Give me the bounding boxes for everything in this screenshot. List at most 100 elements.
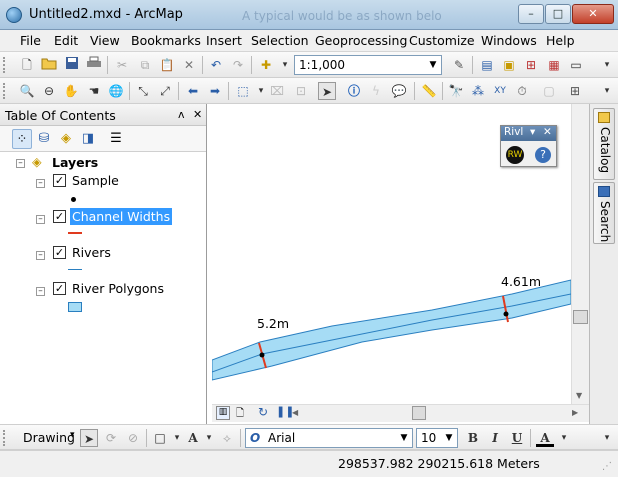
font-color-button[interactable]: A: [536, 429, 554, 447]
go-forward-icon[interactable]: ➡: [206, 82, 224, 100]
select-features-icon[interactable]: ⬚: [234, 82, 252, 100]
undo-icon[interactable]: ↶: [207, 56, 225, 74]
font-family-combo[interactable]: O Arial ▼: [245, 428, 413, 448]
vertical-scroll-thumb[interactable]: [573, 310, 588, 324]
close-button[interactable]: ✕: [572, 4, 614, 24]
time-slider-icon[interactable]: ⏱: [513, 82, 531, 100]
rotate-icon[interactable]: ⟳: [102, 429, 120, 447]
layout-view-icon[interactable]: 🗋: [233, 406, 247, 420]
floating-toolbar-header[interactable]: Rivl ▾ ✕: [501, 126, 556, 141]
chevron-down-icon[interactable]: ▾: [530, 126, 535, 138]
chevron-down-icon[interactable]: ▼: [427, 56, 439, 74]
fixed-zoom-in-icon[interactable]: ⤡: [134, 82, 152, 100]
menu-windows[interactable]: Windows: [481, 33, 537, 48]
open-folder-icon[interactable]: [40, 56, 58, 74]
options-icon[interactable]: ☰: [106, 129, 126, 149]
data-frame-label[interactable]: Layers: [52, 155, 98, 170]
sample-point[interactable]: [503, 311, 509, 317]
pan-hand-icon[interactable]: ☚: [85, 82, 103, 100]
clear-selection-icon[interactable]: ⌧: [268, 82, 286, 100]
identify-icon[interactable]: ⓘ: [345, 82, 363, 100]
toolbar-overflow-icon[interactable]: ▾: [598, 56, 616, 74]
river-tools-floating-toolbar[interactable]: Rivl ▾ ✕ RW ?: [500, 125, 557, 167]
toolbar-overflow-icon[interactable]: ▾: [598, 82, 616, 100]
new-document-icon[interactable]: 🗋: [18, 56, 36, 74]
collapse-layer-icon[interactable]: –: [36, 179, 45, 188]
zoom-out-icon[interactable]: ⊖: [40, 82, 58, 100]
layer-rivers[interactable]: Rivers: [70, 244, 113, 261]
cut-icon[interactable]: ✂: [113, 56, 131, 74]
layer-river-polygons[interactable]: River Polygons: [70, 280, 166, 297]
menu-edit[interactable]: Edit: [54, 33, 78, 48]
toc-window-icon[interactable]: ▤: [478, 56, 496, 74]
go-to-xy-icon[interactable]: XY: [491, 82, 509, 100]
text-dropdown-icon[interactable]: ▾: [200, 429, 218, 447]
minimize-button[interactable]: –: [518, 4, 544, 24]
collapse-layer-icon[interactable]: –: [36, 287, 45, 296]
paste-icon[interactable]: 📋: [158, 56, 176, 74]
measure-icon[interactable]: 📏: [420, 82, 438, 100]
pan-icon[interactable]: ✋: [62, 82, 80, 100]
refresh-icon[interactable]: ↻: [258, 405, 268, 419]
hyperlink-icon[interactable]: ϟ: [367, 82, 385, 100]
add-data-dropdown-icon[interactable]: ▾: [276, 56, 294, 74]
drawing-dropdown-icon[interactable]: ▾: [70, 430, 75, 440]
layer-visibility-checkbox[interactable]: ✓: [53, 174, 66, 187]
collapse-layers-icon[interactable]: –: [16, 159, 25, 168]
catalog-window-icon[interactable]: ▣: [500, 56, 518, 74]
menu-help[interactable]: Help: [546, 33, 575, 48]
edit-vertices-icon[interactable]: ⟡: [218, 429, 236, 447]
toolbar-grip[interactable]: [3, 57, 6, 73]
resize-grip-icon[interactable]: ⋰: [602, 461, 612, 472]
delete-icon[interactable]: ✕: [180, 56, 198, 74]
list-by-visibility-icon[interactable]: ◈: [56, 129, 76, 149]
maximize-button[interactable]: □: [545, 4, 571, 24]
bold-button[interactable]: B: [464, 429, 482, 447]
menu-file[interactable]: File: [20, 33, 41, 48]
html-popup-icon[interactable]: 💬: [390, 82, 408, 100]
menu-insert[interactable]: Insert: [206, 33, 242, 48]
search-window-icon[interactable]: ⊞: [522, 56, 540, 74]
layer-channel-widths[interactable]: Channel Widths: [70, 208, 173, 225]
drawing-menu[interactable]: Drawing: [23, 430, 75, 445]
list-by-drawing-order-icon[interactable]: ⁘: [12, 129, 32, 149]
horizontal-scroll-thumb[interactable]: [412, 406, 426, 420]
map-horizontal-scrollbar[interactable]: ▥ 🗋 ↻ ❚❚ ◀ ▶: [212, 404, 589, 422]
viewer-window-icon[interactable]: ▢: [540, 82, 558, 100]
full-extent-icon[interactable]: 🌐: [107, 82, 125, 100]
arctoolbox-icon[interactable]: ▦: [545, 56, 563, 74]
go-back-icon[interactable]: ⬅: [184, 82, 202, 100]
toolbar-grip[interactable]: [3, 430, 6, 446]
layer-visibility-checkbox[interactable]: ✓: [53, 210, 66, 223]
rectangle-icon[interactable]: □: [151, 429, 169, 447]
menu-view[interactable]: View: [90, 33, 120, 48]
zoom-to-selected-icon[interactable]: ⊡: [292, 82, 310, 100]
underline-button[interactable]: U: [508, 429, 526, 447]
sample-point[interactable]: [259, 352, 265, 358]
data-view-icon[interactable]: ▥: [216, 406, 230, 420]
font-color-dropdown-icon[interactable]: ▾: [555, 429, 573, 447]
pin-icon[interactable]: ᴧ: [178, 108, 185, 121]
map-scale-combo[interactable]: 1:1,000 ▼: [294, 55, 442, 75]
select-elements-icon[interactable]: ➤: [80, 429, 98, 447]
help-icon[interactable]: ?: [535, 147, 551, 163]
toolbar-overflow-icon[interactable]: ▾: [598, 429, 616, 447]
list-by-source-icon[interactable]: ⛁: [34, 129, 54, 149]
list-by-selection-icon[interactable]: ◨: [78, 129, 98, 149]
scroll-right-icon[interactable]: ▶: [572, 408, 578, 417]
menu-customize[interactable]: Customize: [409, 33, 475, 48]
scroll-down-icon[interactable]: ▼: [576, 391, 582, 400]
map-vertical-scrollbar[interactable]: ▼: [571, 104, 589, 404]
menu-bookmarks[interactable]: Bookmarks: [131, 33, 201, 48]
zoom-in-icon[interactable]: 🔍: [18, 82, 36, 100]
menu-selection[interactable]: Selection: [251, 33, 309, 48]
close-icon[interactable]: ✕: [543, 126, 552, 138]
tab-catalog[interactable]: Catalog: [593, 108, 615, 180]
add-data-icon[interactable]: ✚: [257, 56, 275, 74]
copy-icon[interactable]: ⧉: [136, 56, 154, 74]
redo-icon[interactable]: ↷: [229, 56, 247, 74]
tab-search[interactable]: Search: [593, 182, 615, 244]
select-elements-icon[interactable]: ➤: [318, 82, 336, 100]
chevron-down-icon[interactable]: ▼: [443, 429, 455, 447]
river-tool-icon[interactable]: RW: [506, 146, 524, 164]
